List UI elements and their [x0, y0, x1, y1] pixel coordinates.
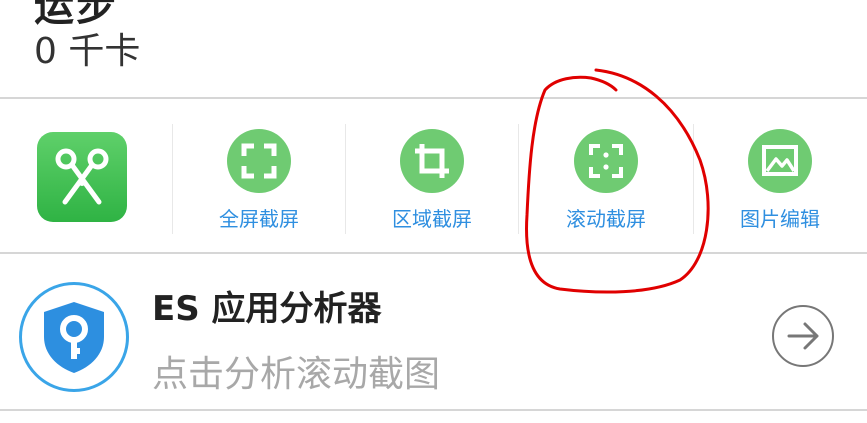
es-app-subtitle[interactable]: 点击分析滚动截图 [152, 345, 440, 397]
region-capture-label: 区域截屏 [392, 207, 472, 231]
separator [345, 124, 346, 234]
image-edit-button[interactable]: 图片编辑 [710, 129, 850, 239]
open-es-app-button[interactable] [772, 305, 834, 367]
separator [518, 124, 519, 234]
divider [0, 252, 867, 254]
scissors-icon [55, 148, 109, 205]
image-edit-label: 图片编辑 [740, 207, 820, 231]
scroll-capture-icon [589, 144, 623, 178]
fullscreen-capture-icon [241, 143, 277, 179]
screenshot-tools-row: 全屏截屏 区域截屏 滚动截屏 图片编辑 [0, 99, 867, 252]
divider [0, 409, 867, 411]
image-edit-icon [762, 145, 798, 176]
es-app-title[interactable]: ES 应用分析器 [152, 281, 382, 330]
separator [693, 124, 694, 234]
scroll-capture-label: 滚动截屏 [566, 207, 646, 231]
fullscreen-capture-button[interactable]: 全屏截屏 [189, 129, 329, 239]
screen: 运步 0 千卡 全屏截屏 区域截屏 滚动截屏 图片编辑 ES 应用分析器 点击分… [0, 0, 867, 423]
region-capture-button[interactable]: 区域截屏 [362, 129, 502, 239]
calories-value: 0 千卡 [34, 31, 141, 72]
arrow-right-circle-icon [787, 322, 819, 350]
shield-key-icon [44, 302, 104, 373]
screenshot-app-icon[interactable] [37, 132, 127, 222]
fullscreen-capture-label: 全屏截屏 [219, 207, 299, 231]
scroll-capture-button[interactable]: 滚动截屏 [536, 129, 676, 239]
crop-capture-icon [415, 144, 449, 178]
es-app-logo[interactable] [19, 282, 129, 392]
separator [172, 124, 173, 234]
